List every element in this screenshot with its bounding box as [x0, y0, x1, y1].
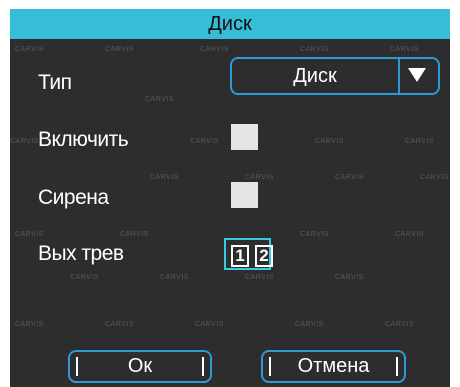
watermark: CARVIS: [195, 321, 224, 328]
enable-label: Включить: [38, 128, 129, 151]
watermark: CARVIS: [105, 46, 134, 53]
relay-1-checkbox[interactable]: 1: [231, 245, 249, 267]
caret-down-icon[interactable]: [408, 68, 426, 82]
watermark: CARVIS: [15, 321, 44, 328]
watermark: CARVIS: [390, 46, 419, 53]
watermark: CARVIS: [295, 321, 324, 328]
dialog-title: Диск: [10, 9, 450, 39]
watermark: CARVIS: [105, 321, 134, 328]
cancel-button[interactable]: Отмена: [261, 350, 406, 383]
watermark: CARVIS: [120, 231, 149, 238]
button-bracket-left: [76, 357, 78, 376]
button-bracket-right: [202, 357, 204, 376]
enable-checkbox[interactable]: [231, 124, 258, 150]
button-bracket-right: [396, 357, 398, 376]
siren-checkbox[interactable]: [231, 182, 258, 208]
watermark: CARVIS: [200, 46, 229, 53]
watermark: CARVIS: [245, 174, 274, 181]
watermark: CARVIS: [70, 274, 99, 281]
watermark: CARVIS: [300, 231, 329, 238]
alarm-dialog: Диск Тип Диск Включить Сирена Вых трев 1…: [10, 9, 450, 387]
watermark: CARVIS: [315, 138, 344, 145]
select-divider: [398, 59, 400, 93]
relay-2-checkbox[interactable]: 2: [255, 245, 273, 267]
type-select-value: Диск: [293, 65, 337, 87]
watermark: CARVIS: [15, 46, 44, 53]
watermark: CARVIS: [150, 174, 179, 181]
button-bracket-left: [269, 357, 271, 376]
siren-label: Сирена: [38, 186, 109, 209]
watermark: CARVIS: [15, 231, 44, 238]
alarm-out-label: Вых трев: [38, 242, 124, 265]
type-label: Тип: [38, 71, 72, 94]
watermark: CARVIS: [245, 274, 274, 281]
watermark: CARVIS: [160, 274, 189, 281]
watermark: CARVIS: [145, 96, 174, 103]
watermark: CARVIS: [10, 138, 39, 145]
watermark: CARVIS: [300, 46, 329, 53]
ok-button-label: Ок: [127, 355, 153, 377]
watermark: CARVIS: [385, 321, 414, 328]
watermark: CARVIS: [405, 138, 434, 145]
watermark: CARVIS: [420, 174, 449, 181]
ok-button[interactable]: Ок: [68, 350, 212, 383]
cancel-button-label: Отмена: [297, 355, 370, 377]
watermark: CARVIS: [190, 138, 219, 145]
watermark: CARVIS: [335, 274, 364, 281]
watermark: CARVIS: [335, 174, 364, 181]
type-select[interactable]: Диск: [230, 57, 440, 95]
watermark: CARVIS: [395, 231, 424, 238]
